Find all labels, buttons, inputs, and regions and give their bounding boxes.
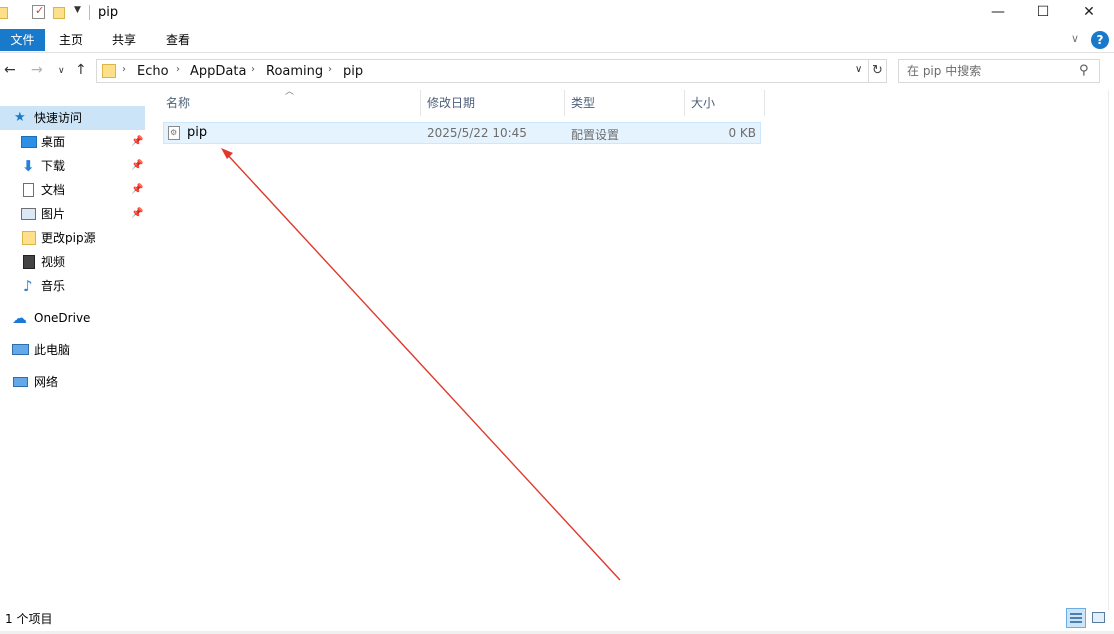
network-icon [13, 377, 28, 387]
window-title: pip [98, 5, 119, 20]
ribbon-divider [0, 52, 1114, 53]
search-icon[interactable]: ⚲ [1079, 63, 1089, 78]
document-icon [23, 183, 34, 197]
cloud-icon: ☁ [12, 309, 27, 327]
nav-item-music[interactable]: ♪ 音乐 [0, 274, 150, 298]
column-divider[interactable] [684, 90, 685, 116]
title-bar: ✓ ▼ pip — ☐ ✕ [0, 0, 1114, 26]
breadcrumb-chevron-icon[interactable]: › [176, 64, 180, 75]
column-header-modified[interactable]: 修改日期 [427, 92, 564, 116]
maximize-button[interactable]: ☐ [1020, 0, 1066, 26]
nav-label: 图片 [41, 207, 66, 221]
recent-locations-icon[interactable]: ∨ [58, 66, 65, 76]
file-modified: 2025/5/22 10:45 [427, 126, 527, 140]
up-arrow-icon[interactable]: ↑ [75, 62, 87, 78]
search-box[interactable]: ⚲ [898, 59, 1100, 83]
column-divider[interactable] [564, 90, 565, 116]
music-icon: ♪ [23, 277, 33, 295]
video-icon [23, 255, 35, 269]
ribbon-tabs: 文件 主页 共享 查看 ∨ ? [0, 29, 1114, 52]
pin-icon[interactable]: 📌 [131, 202, 143, 226]
breadcrumb-appdata[interactable]: AppData [190, 64, 246, 79]
file-size: 0 KB [728, 126, 756, 140]
customize-quick-access-icon[interactable]: ▼ [74, 5, 81, 15]
file-name: pip [187, 125, 208, 140]
pin-icon[interactable]: 📌 [131, 130, 143, 154]
annotation-arrow-head [221, 148, 233, 159]
expand-ribbon-icon[interactable]: ∨ [1071, 32, 1079, 45]
nav-label: 更改pip源 [41, 231, 96, 245]
nav-item-desktop[interactable]: 桌面 📌 [0, 130, 150, 154]
refresh-icon[interactable]: ↻ [869, 59, 887, 83]
nav-item-videos[interactable]: 视频 [0, 250, 150, 274]
column-header-name[interactable]: 名称 [166, 92, 420, 116]
column-header-size[interactable]: 大小 [691, 92, 763, 116]
tab-share[interactable]: 共享 [104, 29, 144, 51]
nav-item-documents[interactable]: 文档 📌 [0, 178, 150, 202]
nav-item-this-pc[interactable]: 此电脑 [0, 338, 150, 362]
annotation-arrow-line [224, 151, 621, 581]
file-row[interactable]: ⚙ pip 2025/5/22 10:45 配置设置 0 KB [163, 122, 761, 144]
minimize-button[interactable]: — [975, 0, 1021, 26]
folder-icon [102, 64, 116, 78]
address-bar[interactable]: › Echo › AppData › Roaming › pip ∨ [96, 59, 869, 83]
folder-icon [22, 231, 36, 245]
search-input[interactable] [907, 63, 1075, 79]
star-icon: ★ [14, 110, 26, 125]
column-divider[interactable] [764, 90, 765, 116]
breadcrumb-echo[interactable]: Echo [137, 64, 169, 79]
nav-label: 快速访问 [34, 111, 83, 125]
nav-label: 此电脑 [34, 343, 71, 357]
back-arrow-icon[interactable]: ← [4, 62, 16, 78]
breadcrumb-chevron-icon[interactable]: › [328, 64, 332, 75]
tab-view[interactable]: 查看 [158, 29, 198, 51]
properties-icon[interactable]: ✓ [32, 4, 45, 19]
nav-item-downloads[interactable]: ⬇ 下载 📌 [0, 154, 150, 178]
breadcrumb-chevron-icon[interactable]: › [122, 64, 126, 75]
tab-home[interactable]: 主页 [51, 29, 91, 51]
breadcrumb-pip[interactable]: pip [343, 64, 363, 79]
title-separator [89, 5, 90, 20]
picture-icon [21, 208, 36, 220]
nav-label: OneDrive [34, 311, 91, 325]
nav-label: 下载 [41, 159, 66, 173]
nav-label: 音乐 [41, 279, 66, 293]
computer-icon [12, 344, 29, 355]
tab-file[interactable]: 文件 [0, 29, 45, 51]
desktop-icon [21, 136, 37, 148]
help-button[interactable]: ? [1091, 31, 1109, 49]
breadcrumb-roaming[interactable]: Roaming [266, 64, 323, 79]
nav-item-network[interactable]: 网络 [0, 370, 150, 394]
forward-arrow-icon[interactable]: → [31, 62, 43, 78]
nav-label: 文档 [41, 183, 66, 197]
pin-icon[interactable]: 📌 [131, 154, 143, 178]
breadcrumb-chevron-icon[interactable]: › [251, 64, 255, 75]
thumbnail-icon [1092, 612, 1105, 623]
nav-item-change-pip-source[interactable]: 更改pip源 [0, 226, 150, 250]
details-view-button[interactable] [1066, 608, 1086, 628]
large-icons-view-button[interactable] [1089, 608, 1109, 628]
close-button[interactable]: ✕ [1066, 0, 1112, 26]
new-folder-icon[interactable] [53, 4, 67, 20]
folder-icon [0, 4, 14, 20]
download-icon: ⬇ [22, 157, 35, 175]
column-divider[interactable] [420, 90, 421, 116]
address-dropdown-icon[interactable]: ∨ [855, 64, 862, 75]
config-file-icon: ⚙ [168, 126, 180, 140]
status-item-count: 1 个项目 [5, 612, 53, 626]
nav-item-onedrive[interactable]: ☁ OneDrive [0, 306, 150, 330]
nav-quick-access[interactable]: ★ 快速访问 [0, 106, 145, 130]
pin-icon[interactable]: 📌 [131, 178, 143, 202]
file-type: 配置设置 [571, 128, 620, 142]
navigation-pane: ★ 快速访问 桌面 📌 ⬇ 下载 📌 文档 📌 图片 📌 更改pip源 视频 ♪… [0, 100, 150, 600]
column-header-type[interactable]: 类型 [571, 92, 684, 116]
pane-edge [1108, 90, 1109, 610]
nav-item-pictures[interactable]: 图片 📌 [0, 202, 150, 226]
nav-label: 网络 [34, 375, 59, 389]
nav-label: 视频 [41, 255, 66, 269]
file-explorer-window: ✓ ▼ pip — ☐ ✕ 文件 主页 共享 查看 ∨ ? ← → ∨ ↑ › … [0, 0, 1114, 634]
nav-label: 桌面 [41, 135, 66, 149]
